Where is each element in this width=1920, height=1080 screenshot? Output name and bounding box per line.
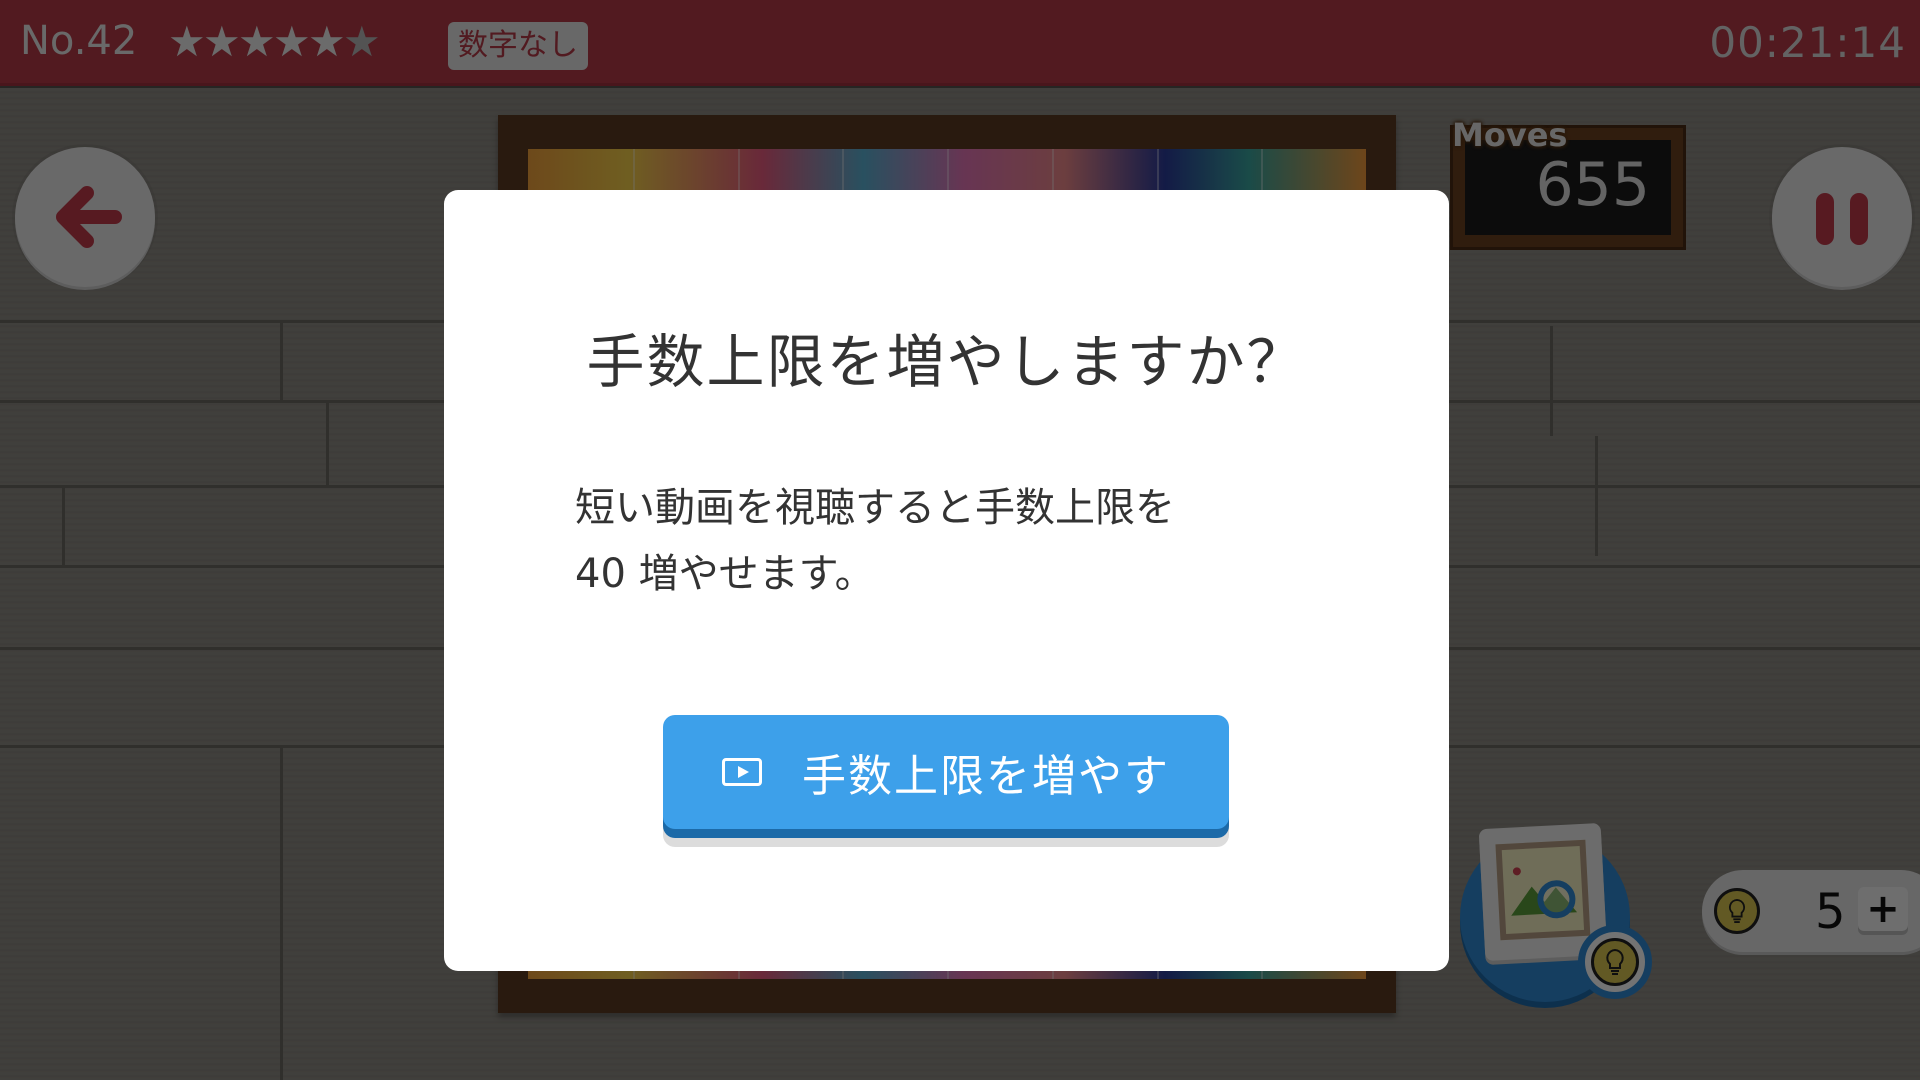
video-play-icon <box>722 758 762 786</box>
dialog-title: 手数上限を増やしますか？ <box>586 328 1307 396</box>
button-label: 手数上限を増やす <box>802 751 1170 802</box>
watch-video-increase-button[interactable]: 手数上限を増やす <box>663 715 1229 829</box>
dialog-message: 短い動画を視聴すると手数上限を 40 増やせます。 <box>575 485 1175 597</box>
increase-move-limit-dialog: 手数上限を増やしますか？ 短い動画を視聴すると手数上限を 40 増やせます。 手… <box>444 190 1449 971</box>
